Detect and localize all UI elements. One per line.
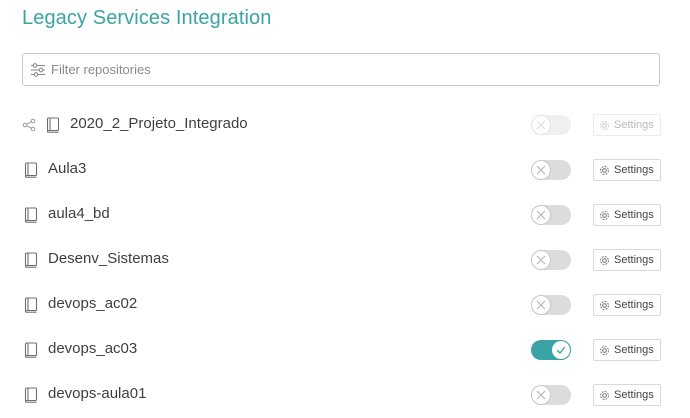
settings-label: Settings: [614, 344, 654, 356]
repository-name: devops-aula01: [48, 385, 147, 402]
gear-icon: [600, 255, 609, 265]
list-item: aula4_bd Settings: [22, 193, 670, 238]
search-input[interactable]: [51, 54, 651, 85]
settings-button[interactable]: Settings: [593, 114, 661, 136]
gear-icon: [600, 300, 609, 310]
repository-name: Desenv_Sistemas: [48, 250, 169, 267]
x-icon: [536, 210, 546, 220]
filter-sliders-icon: [31, 63, 45, 77]
book-repo-icon: [24, 162, 38, 178]
settings-button[interactable]: Settings: [593, 384, 661, 406]
repository-name: 2020_2_Projeto_Integrado: [70, 115, 248, 132]
settings-label: Settings: [614, 164, 654, 176]
integration-toggle[interactable]: [531, 385, 571, 405]
gear-icon: [600, 120, 609, 130]
integration-toggle[interactable]: [531, 340, 571, 360]
repository-name: devops_ac03: [48, 340, 138, 357]
list-item: devops_ac03 Settings: [22, 328, 670, 373]
book-repo-icon: [24, 342, 38, 358]
integration-toggle[interactable]: [531, 160, 571, 180]
repository-name: devops_ac02: [48, 295, 138, 312]
list-item: Aula3 Settings: [22, 148, 670, 193]
list-item: Desenv_Sistemas Settings: [22, 238, 670, 283]
settings-label: Settings: [614, 209, 654, 221]
book-repo-icon: [24, 387, 38, 403]
x-icon: [536, 255, 546, 265]
settings-button[interactable]: Settings: [593, 249, 661, 271]
settings-button[interactable]: Settings: [593, 159, 661, 181]
gear-icon: [600, 390, 609, 400]
book-repo-icon: [46, 117, 60, 133]
integration-toggle[interactable]: [531, 250, 571, 270]
filter-repositories-box[interactable]: [22, 53, 660, 86]
check-icon: [556, 346, 566, 355]
list-item: 2020_2_Projeto_Integrado Settings: [22, 103, 670, 148]
list-item: devops-aula01 Settings: [22, 373, 670, 418]
settings-button[interactable]: Settings: [593, 339, 661, 361]
x-icon: [536, 300, 546, 310]
page-title: Legacy Services Integration: [22, 7, 272, 29]
settings-button[interactable]: Settings: [593, 204, 661, 226]
settings-label: Settings: [614, 389, 654, 401]
book-repo-icon: [24, 297, 38, 313]
integration-toggle[interactable]: [531, 115, 571, 135]
settings-label: Settings: [614, 254, 654, 266]
x-icon: [536, 390, 546, 400]
x-icon: [536, 165, 546, 175]
settings-label: Settings: [614, 299, 654, 311]
settings-button[interactable]: Settings: [593, 294, 661, 316]
repository-list: 2020_2_Projeto_Integrado Settings Aula3 …: [22, 103, 670, 418]
x-icon: [536, 120, 546, 130]
settings-label: Settings: [614, 119, 654, 131]
gear-icon: [600, 345, 609, 355]
book-repo-icon: [24, 252, 38, 268]
repository-name: Aula3: [48, 160, 87, 177]
gear-icon: [600, 210, 609, 220]
integration-toggle[interactable]: [531, 295, 571, 315]
gear-icon: [600, 165, 609, 175]
book-repo-icon: [24, 207, 38, 223]
repository-name: aula4_bd: [48, 205, 110, 222]
share-icon: [22, 118, 36, 132]
integration-toggle[interactable]: [531, 205, 571, 225]
list-item: devops_ac02 Settings: [22, 283, 670, 328]
